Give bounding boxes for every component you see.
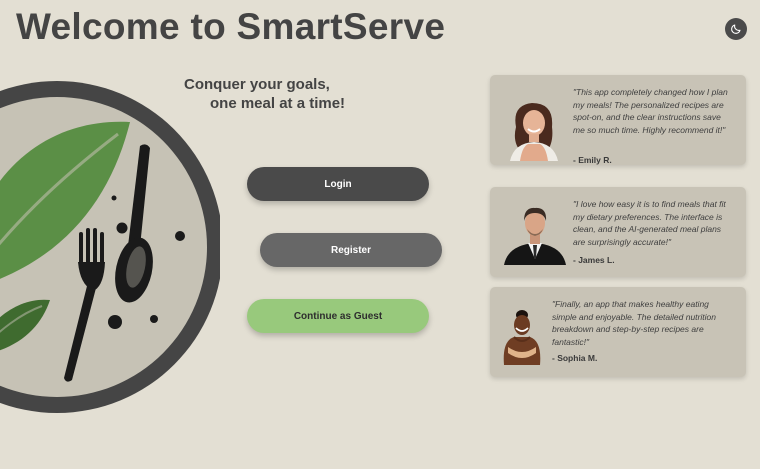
testimonial-card: "I love how easy it is to find meals tha… (490, 187, 746, 277)
plate-fork-spoon-leaf-logo (0, 81, 220, 413)
avatar (504, 207, 566, 265)
testimonial-author: - James L. (573, 255, 615, 265)
testimonial-card: "Finally, an app that makes healthy eati… (490, 287, 746, 377)
theme-toggle-button[interactable] (725, 18, 747, 40)
testimonial-quote: "This app completely changed how I plan … (573, 87, 728, 135)
avatar (510, 103, 558, 161)
testimonial-quote: "Finally, an app that makes healthy eati… (552, 299, 716, 347)
page-title: Welcome to SmartServe (16, 6, 446, 47)
moon-icon (731, 24, 741, 34)
avatar (503, 310, 541, 365)
testimonial-card: "This app completely changed how I plan … (490, 75, 746, 165)
continue-as-guest-button[interactable]: Continue as Guest (247, 299, 429, 333)
testimonial-quote: "I love how easy it is to find meals tha… (573, 199, 726, 247)
register-button[interactable]: Register (260, 233, 442, 267)
tagline-line-1: Conquer your goals, (184, 76, 330, 93)
testimonial-author: - Emily R. (573, 155, 612, 165)
tagline: Conquer your goals, one meal at a time! (184, 75, 345, 113)
testimonial-author: - Sophia M. (552, 353, 598, 363)
login-button[interactable]: Login (247, 167, 429, 201)
tagline-line-2: one meal at a time! (210, 95, 346, 112)
